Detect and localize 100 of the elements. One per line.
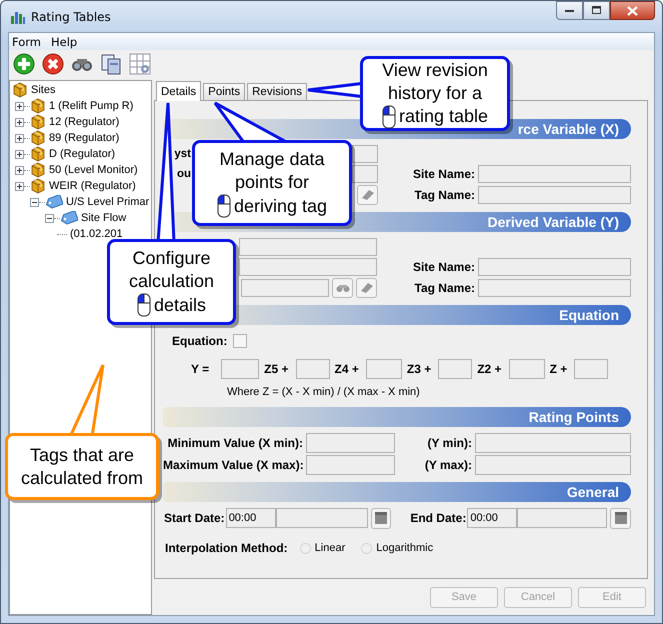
tree-item[interactable]: 1 (Relift Pump R) <box>48 100 134 112</box>
window-title: Rating Tables <box>31 10 111 24</box>
text-field[interactable] <box>475 455 631 475</box>
close-icon <box>627 6 638 16</box>
text-field[interactable] <box>366 359 402 379</box>
tree-item[interactable]: 89 (Regulator) <box>48 132 120 144</box>
text-field[interactable] <box>574 359 608 379</box>
text-field[interactable] <box>517 508 608 528</box>
text-field[interactable] <box>276 508 368 528</box>
checkbox[interactable] <box>233 334 248 348</box>
binoculars-icon <box>336 283 350 293</box>
expand-icon[interactable] <box>15 182 24 190</box>
tree-item[interactable]: WEIR (Regulator) <box>48 180 136 192</box>
field-label: Tag Name: <box>414 281 476 295</box>
grid-settings-button[interactable] <box>127 51 153 77</box>
eraser-icon <box>360 189 374 201</box>
radio-label[interactable]: Logarithmic <box>376 542 434 554</box>
collapse-icon[interactable] <box>30 198 39 206</box>
field-label: End Date: <box>409 511 468 525</box>
expand-icon[interactable] <box>15 134 24 142</box>
callout-text: Tags that are <box>30 444 134 466</box>
field-label: Maximum Value (X max): <box>163 458 305 472</box>
calendar-button[interactable] <box>610 508 631 528</box>
text-field[interactable]: 00:00 <box>226 508 276 528</box>
text-field[interactable] <box>306 433 395 453</box>
box-icon <box>30 98 46 114</box>
expand-icon[interactable] <box>15 118 24 126</box>
maximize-button[interactable] <box>583 1 610 20</box>
text-field[interactable] <box>352 145 378 163</box>
section-header: General <box>163 482 631 502</box>
text-field[interactable] <box>352 165 378 183</box>
text-field[interactable] <box>239 258 377 276</box>
tab[interactable]: Details <box>156 81 202 101</box>
clear-button[interactable] <box>356 278 377 298</box>
callout-text: points for <box>234 171 310 194</box>
box-icon <box>30 114 46 130</box>
find-button[interactable] <box>332 278 353 298</box>
equation-term: Z3 + <box>406 362 432 376</box>
field-label: yst <box>173 148 192 160</box>
equation-term: Z4 + <box>334 362 360 376</box>
expand-icon[interactable] <box>15 102 24 110</box>
tree-item[interactable]: Site Flow <box>80 212 126 224</box>
text-field[interactable] <box>241 279 329 297</box>
copy-icon <box>100 53 122 75</box>
equation-term: Z + <box>548 362 568 376</box>
plus-icon <box>13 53 35 75</box>
callout-text: calculated from <box>20 466 144 490</box>
section-header: Rating Points <box>163 407 631 427</box>
text-field[interactable] <box>475 433 631 453</box>
menu-item[interactable]: Help <box>50 34 78 48</box>
radio-button[interactable] <box>361 542 372 554</box>
tree-item[interactable]: Sites <box>30 84 56 96</box>
tab[interactable]: Points <box>203 83 246 100</box>
callout-text: calculation <box>128 270 214 293</box>
grid-gear-icon <box>129 53 151 75</box>
expand-icon[interactable] <box>15 150 24 158</box>
text-field[interactable] <box>478 165 631 183</box>
radio-label[interactable]: Linear <box>314 542 346 554</box>
field-label: Site Name: <box>412 260 476 274</box>
add-button[interactable] <box>11 51 37 77</box>
box-icon <box>30 130 46 146</box>
text-field[interactable] <box>438 359 472 379</box>
chart-icon <box>10 10 26 24</box>
tree-item[interactable]: 12 (Regulator) <box>48 116 120 128</box>
close-button[interactable] <box>610 1 655 20</box>
eraser-icon <box>360 282 374 294</box>
tree-item[interactable]: D (Regulator) <box>48 148 116 160</box>
text-field[interactable] <box>478 258 631 276</box>
radio-button[interactable] <box>300 542 311 554</box>
delete-button[interactable] <box>40 51 66 77</box>
callout-text: Manage data <box>219 148 325 171</box>
equation-term: Z5 + <box>263 362 290 376</box>
tree-item[interactable]: U/S Level Primar <box>65 196 150 208</box>
text-field[interactable]: 00:00 <box>467 508 518 528</box>
expand-icon[interactable] <box>15 166 24 174</box>
callout-text: View revision <box>382 58 488 82</box>
text-field[interactable] <box>478 186 631 204</box>
calendar-button[interactable] <box>370 508 392 528</box>
collapse-icon[interactable] <box>45 214 54 222</box>
text-field[interactable] <box>508 359 545 379</box>
delete-icon <box>42 53 64 75</box>
tree-item[interactable]: 50 (Level Monitor) <box>48 164 138 176</box>
text-field[interactable] <box>221 359 260 379</box>
minimize-button[interactable] <box>556 1 583 20</box>
menu-item[interactable]: Form <box>12 34 41 48</box>
checkbox-label: Equation: <box>172 334 228 348</box>
mouse-icon <box>382 104 396 128</box>
tab[interactable]: Revisions <box>247 83 307 100</box>
binoculars-icon <box>71 56 93 72</box>
text-field[interactable] <box>478 279 631 297</box>
text-field[interactable] <box>306 455 395 475</box>
text-field[interactable] <box>296 359 330 379</box>
clear-button[interactable] <box>357 185 378 205</box>
field-label: ou <box>176 168 192 180</box>
text-field[interactable] <box>239 238 377 256</box>
tree-item[interactable]: (01.02.201 <box>69 228 123 240</box>
box-icon <box>30 162 46 178</box>
field-label: (Y max): <box>424 458 473 472</box>
tag-icon <box>60 211 78 225</box>
field-label: Interpolation Method: <box>165 541 288 555</box>
